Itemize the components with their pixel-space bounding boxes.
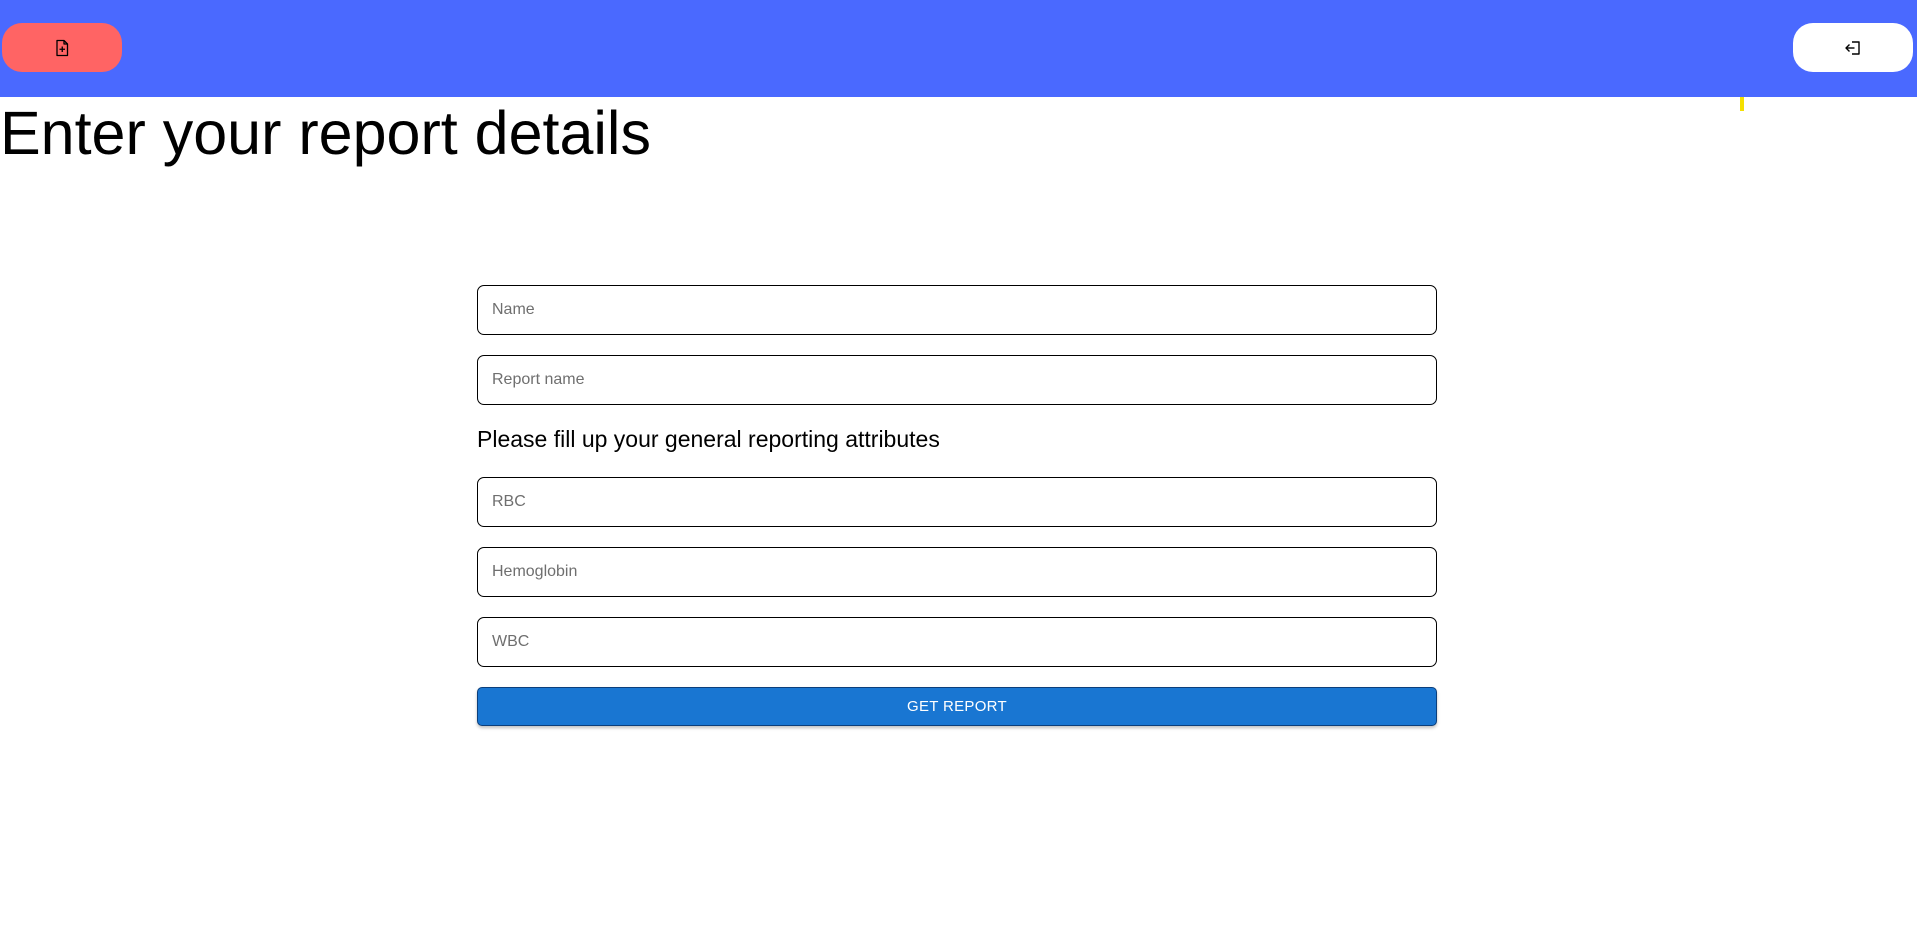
logout-icon: [1844, 39, 1862, 57]
hemoglobin-field-wrapper: [477, 547, 1437, 597]
rbc-input[interactable]: [478, 478, 1436, 526]
decorative-marker: [1740, 97, 1744, 111]
name-field-wrapper: [477, 285, 1437, 335]
rbc-field-wrapper: [477, 477, 1437, 527]
wbc-field-wrapper: [477, 617, 1437, 667]
hemoglobin-input[interactable]: [478, 548, 1436, 596]
attributes-section-label: Please fill up your general reporting at…: [477, 426, 940, 452]
top-app-bar: [0, 0, 1917, 97]
report-name-input[interactable]: [478, 356, 1436, 404]
wbc-input[interactable]: [478, 618, 1436, 666]
file-plus-icon: [54, 39, 70, 57]
new-report-button[interactable]: [2, 23, 122, 72]
get-report-button[interactable]: GET REPORT: [477, 687, 1437, 726]
report-name-field-wrapper: [477, 355, 1437, 405]
logout-button[interactable]: [1793, 23, 1913, 72]
page-title: Enter your report details: [0, 99, 651, 167]
name-input[interactable]: [478, 286, 1436, 334]
